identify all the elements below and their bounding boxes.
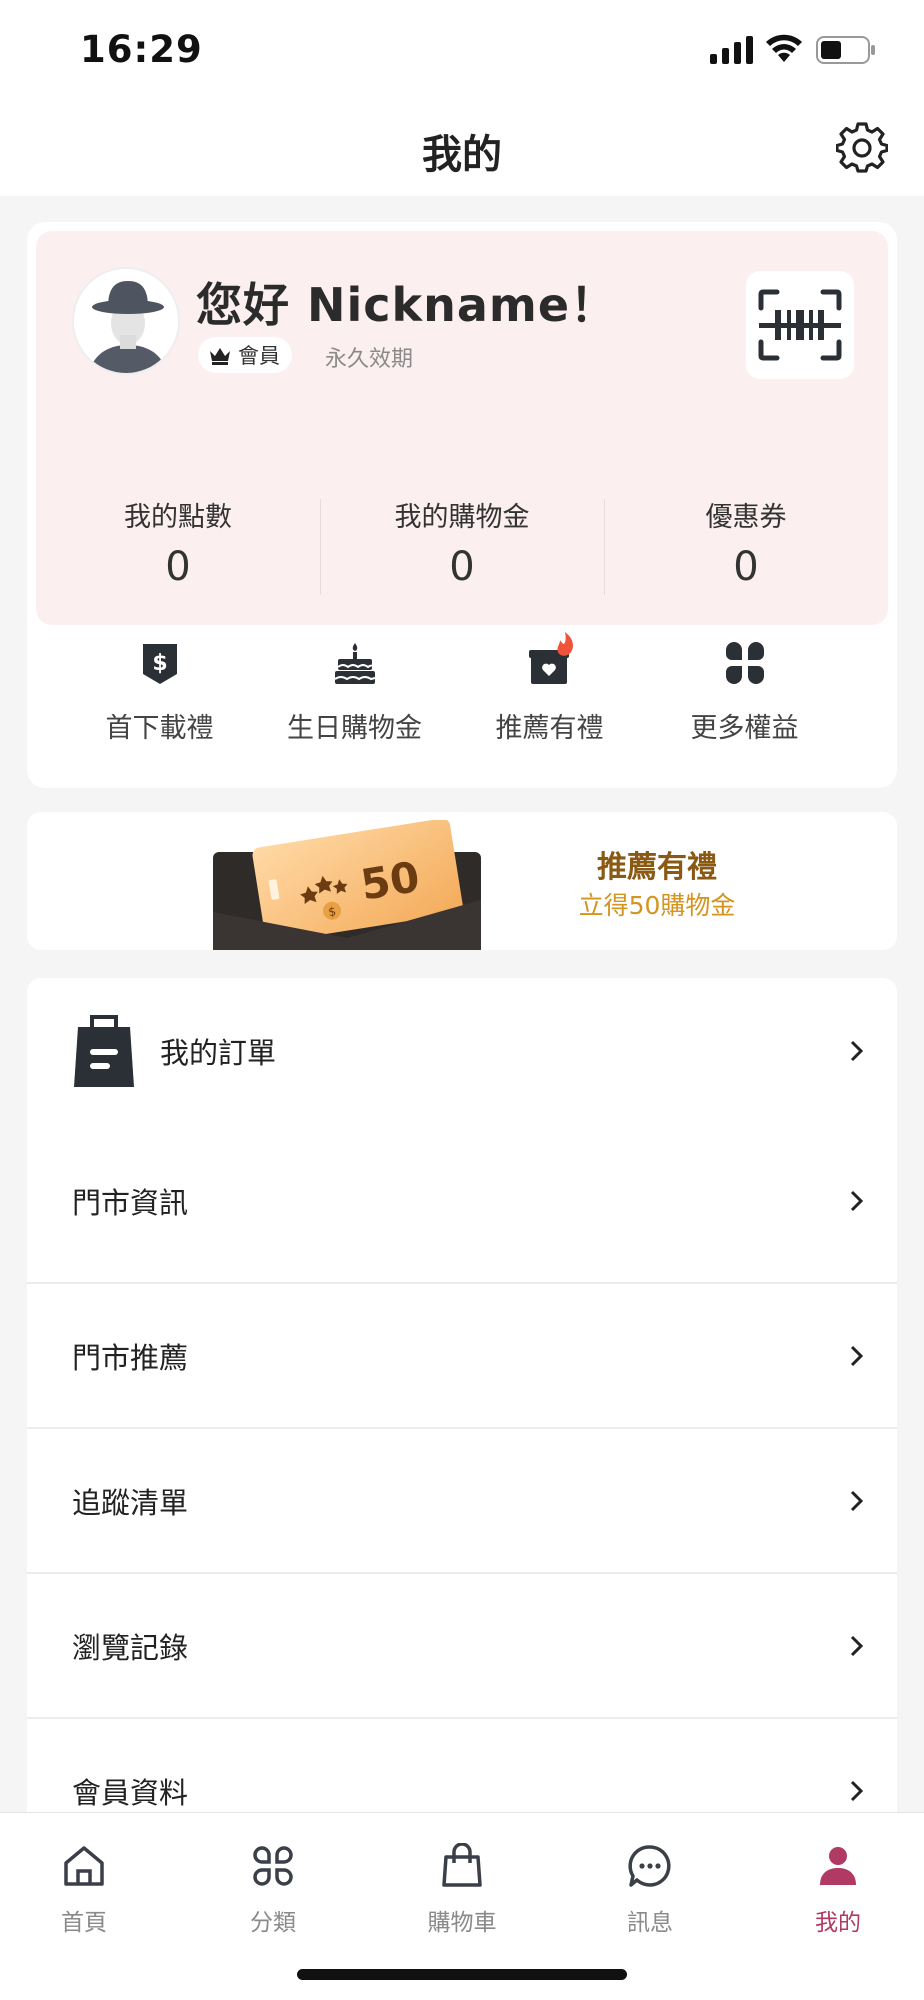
menu-item-store-info[interactable]: 門市資訊 xyxy=(27,1128,897,1273)
stat-label: 優惠券 xyxy=(705,502,787,533)
member-barcode-button[interactable] xyxy=(746,271,854,379)
stat-shopping-credit[interactable]: 我的購物金 0 xyxy=(320,491,604,611)
birthday-cake-icon xyxy=(333,643,375,684)
avatar[interactable] xyxy=(72,267,180,375)
benefit-more[interactable]: 更多權益 xyxy=(647,640,842,770)
stat-label: 我的購物金 xyxy=(394,502,530,533)
tab-label: 我的 xyxy=(815,1910,861,1936)
benefit-label: 更多權益 xyxy=(690,713,799,744)
stat-points[interactable]: 我的點數 0 xyxy=(36,491,320,611)
menu-item-label: 會員資料 xyxy=(72,1775,189,1810)
home-icon xyxy=(64,1846,104,1886)
wifi-icon xyxy=(766,34,802,62)
default-avatar-icon xyxy=(74,269,178,373)
benefit-referral-gift[interactable]: 推薦有禮 xyxy=(452,632,647,770)
dollar-tag-icon: $ xyxy=(142,644,177,684)
account-stats: 我的點數 0 我的購物金 0 優惠券 0 xyxy=(36,491,888,611)
benefit-label: 推薦有禮 xyxy=(495,713,604,744)
tab-label: 分類 xyxy=(250,1910,296,1936)
menu-item-label: 追蹤清單 xyxy=(72,1485,189,1520)
person-icon xyxy=(820,1847,856,1885)
more-grid-icon xyxy=(725,642,764,684)
menu-item-my-orders[interactable]: 我的訂單 xyxy=(27,978,897,1123)
settings-gear-icon[interactable] xyxy=(836,122,888,174)
coupon-envelope-illustration: 50 $ xyxy=(213,820,481,950)
stat-value: 0 xyxy=(449,544,475,590)
home-indicator xyxy=(297,1969,627,1980)
chevron-right-icon xyxy=(850,1345,864,1366)
shopping-bag-icon xyxy=(74,1014,134,1087)
page-title: 我的 xyxy=(422,132,502,178)
promo-badge-number: 50 xyxy=(357,852,422,910)
menu-item-label: 門市資訊 xyxy=(72,1185,189,1220)
chevron-right-icon xyxy=(850,1780,864,1801)
tab-messages[interactable]: 訊息 xyxy=(557,1813,743,1937)
profile-summary: 您好 Nickname！ 會員 永久效期 我的點數 0 我的購物金 0 優惠券 … xyxy=(36,231,888,625)
barcode-scan-icon xyxy=(758,289,842,361)
greeting-text: 您好 Nickname！ xyxy=(196,278,618,332)
tab-label: 購物車 xyxy=(427,1910,497,1936)
tab-label: 首頁 xyxy=(61,1910,107,1936)
chevron-right-icon xyxy=(850,1040,864,1061)
membership-validity: 永久效期 xyxy=(325,347,414,372)
chevron-right-icon xyxy=(850,1190,864,1211)
member-level-badge[interactable]: 會員 xyxy=(198,337,292,373)
menu-item-label: 瀏覽記錄 xyxy=(72,1630,189,1665)
menu-item-store-recommend[interactable]: 門市推薦 xyxy=(27,1282,897,1427)
stat-value: 0 xyxy=(165,544,191,590)
benefit-label: 首下載禮 xyxy=(105,713,214,744)
battery-icon xyxy=(816,36,875,64)
crown-icon xyxy=(210,348,230,365)
menu-item-browsing-history[interactable]: 瀏覽記錄 xyxy=(27,1572,897,1717)
stat-coupons[interactable]: 優惠券 0 xyxy=(604,491,888,611)
tab-label: 訊息 xyxy=(627,1910,673,1936)
tab-profile[interactable]: 我的 xyxy=(745,1813,924,1937)
benefits-row: $ 首下載禮 生日購物金 推薦有禮 更多權益 xyxy=(27,632,897,770)
category-icon xyxy=(253,1846,293,1886)
menu-item-label: 我的訂單 xyxy=(160,1035,277,1070)
promo-subtitle: 立得50購物金 xyxy=(578,891,736,920)
referral-promo-banner[interactable]: 50 $ 推薦有禮 立得50購物金 xyxy=(27,812,897,950)
menu-item-label: 門市推薦 xyxy=(72,1340,189,1375)
cart-bag-icon xyxy=(442,1843,482,1887)
profile-card: 您好 Nickname！ 會員 永久效期 我的點數 0 我的購物金 0 優惠券 … xyxy=(27,222,897,788)
benefit-birthday-credit[interactable]: 生日購物金 xyxy=(257,640,452,770)
svg-text:$: $ xyxy=(152,651,167,676)
page-header: 我的 xyxy=(0,100,924,196)
stat-label: 我的點數 xyxy=(124,502,232,533)
status-time: 16:29 xyxy=(80,28,203,71)
status-bar: 16:29 xyxy=(0,0,924,100)
stat-value: 0 xyxy=(733,544,759,590)
chevron-right-icon xyxy=(850,1635,864,1656)
chevron-right-icon xyxy=(850,1490,864,1511)
cellular-signal-icon xyxy=(710,36,753,64)
tab-cart[interactable]: 購物車 xyxy=(369,1813,555,1937)
benefit-first-download[interactable]: $ 首下載禮 xyxy=(62,640,257,770)
message-icon xyxy=(628,1845,671,1887)
tab-categories[interactable]: 分類 xyxy=(180,1813,366,1937)
promo-title: 推薦有禮 xyxy=(597,850,717,885)
tab-home[interactable]: 首頁 xyxy=(0,1813,177,1937)
gift-box-hot-icon xyxy=(528,632,573,684)
benefit-label: 生日購物金 xyxy=(287,713,422,744)
menu-item-watchlist[interactable]: 追蹤清單 xyxy=(27,1427,897,1572)
member-level-label: 會員 xyxy=(238,344,280,368)
